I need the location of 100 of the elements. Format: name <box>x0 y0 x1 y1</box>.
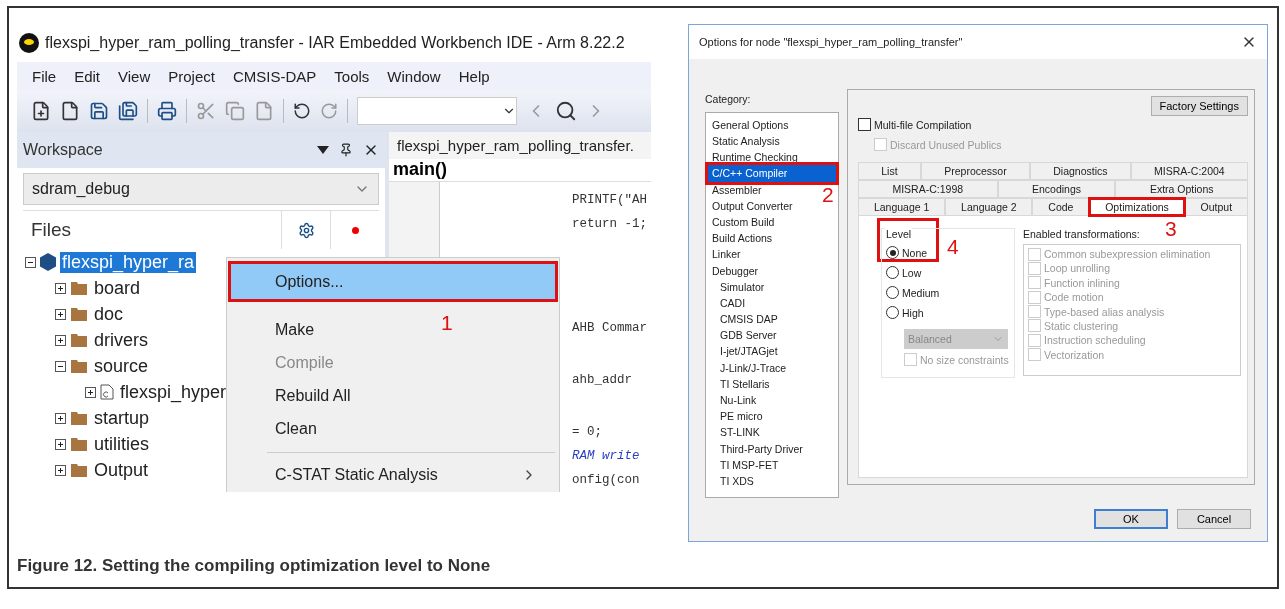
menu-item[interactable]: Edit <box>67 67 108 85</box>
tab[interactable]: Preprocessor <box>920 161 1030 180</box>
category-item[interactable]: CMSIS DAP <box>708 311 782 328</box>
collapse-icon[interactable] <box>25 256 36 268</box>
tree-item[interactable]: board <box>92 277 143 299</box>
category-item[interactable]: Runtime Checking <box>708 149 802 166</box>
category-item[interactable]: TI XDS <box>708 472 758 490</box>
category-item[interactable]: I-jet/JTAGjet <box>708 343 782 360</box>
configuration-dropdown[interactable]: sdram_debug <box>23 173 379 205</box>
callout-number: 1 <box>441 312 453 333</box>
tree-item[interactable]: startup <box>92 407 152 429</box>
radio-label: High <box>902 306 924 319</box>
expand-icon[interactable] <box>55 282 66 294</box>
save-all-icon[interactable] <box>118 101 138 121</box>
category-item[interactable]: ST-LINK <box>708 424 764 441</box>
new-file-icon[interactable] <box>31 101 51 121</box>
category-item[interactable]: Static Analysis <box>708 133 784 150</box>
group-label: Level <box>885 227 913 240</box>
category-item[interactable]: GDB Server <box>708 327 781 344</box>
expand-icon[interactable] <box>55 334 66 346</box>
tree-item[interactable]: Output <box>92 459 151 481</box>
dropdown-icon[interactable] <box>317 146 329 154</box>
callout-number: 3 <box>1165 217 1177 239</box>
collapse-icon[interactable] <box>55 360 66 372</box>
checkbox-label: Static clustering <box>1044 319 1119 332</box>
checkbox-label: Loop unrolling <box>1044 262 1110 275</box>
category-item[interactable]: Assembler <box>708 181 766 198</box>
category-item[interactable]: CADI <box>708 294 750 312</box>
pin-icon[interactable] <box>339 143 353 157</box>
category-item[interactable]: Build Actions <box>708 230 777 247</box>
tab[interactable]: MISRA-C:2004 <box>1130 161 1248 180</box>
menu-item[interactable]: Options... <box>229 262 557 302</box>
logo-icon <box>19 33 39 53</box>
print-icon[interactable] <box>157 101 177 121</box>
category-item[interactable]: J-Link/J-Trace <box>708 359 791 376</box>
folder-icon <box>70 410 88 426</box>
status-dot-icon <box>351 226 359 234</box>
checkbox-label: Instruction scheduling <box>1044 334 1146 347</box>
category-item[interactable]: Simulator <box>708 278 769 295</box>
dialog-button[interactable]: Cancel <box>1177 509 1251 530</box>
checkbox[interactable] <box>858 118 871 132</box>
tree-item[interactable]: doc <box>92 303 126 325</box>
settings-icon[interactable] <box>297 221 315 239</box>
code-line: onfig(con <box>572 472 640 489</box>
category-item[interactable]: Nu-Link <box>708 392 761 409</box>
radio-button[interactable] <box>886 266 899 280</box>
menu-item[interactable]: CMSIS-DAP <box>225 67 324 85</box>
checkbox-label: Vectorization <box>1044 348 1105 361</box>
category-item[interactable]: TI Stellaris <box>708 375 774 392</box>
folder-icon <box>70 462 88 478</box>
checkbox-label: Type-based alias analysis <box>1044 305 1165 318</box>
expand-icon[interactable] <box>55 438 66 450</box>
category-item[interactable]: Output Converter <box>708 197 797 214</box>
category-item[interactable]: Debugger <box>708 262 763 279</box>
menu-item[interactable]: Window <box>380 67 448 85</box>
menu-item[interactable]: Tools <box>327 67 377 85</box>
search-icon[interactable] <box>555 100 577 122</box>
tree-item[interactable]: drivers <box>92 329 150 351</box>
editor-tab[interactable]: flexspi_hyper_ram_polling_transfer. <box>389 132 651 159</box>
menu-item[interactable]: View <box>111 67 158 85</box>
code-line: PRINTF("AH <box>572 192 647 209</box>
category-item[interactable]: Third-Party Driver <box>708 440 807 457</box>
radio-button[interactable] <box>886 306 899 320</box>
checkbox-label: Discard Unused Publics <box>890 138 1002 151</box>
category-item[interactable]: C/C++ Compiler <box>708 165 836 182</box>
radio-button[interactable] <box>886 286 899 300</box>
category-item[interactable]: TI MSP-FET <box>708 456 783 473</box>
tree-item[interactable]: utilities <box>92 433 152 455</box>
dialog-button[interactable]: OK <box>1094 509 1168 530</box>
factory-settings-button[interactable]: Factory Settings <box>1150 95 1248 116</box>
save-icon[interactable] <box>89 101 109 121</box>
menu-item[interactable]: C-STAT Static Analysis <box>229 458 557 492</box>
menu-item[interactable]: File <box>25 67 64 85</box>
tab[interactable]: Diagnostics <box>1029 161 1131 180</box>
menu-item[interactable]: Project <box>161 67 222 85</box>
menu-item[interactable]: Rebuild All <box>229 379 371 413</box>
window-title: flexspi_hyper_ram_polling_transfer - IAR Embedded Workbench IDE - Arm 8.22.2 <box>45 34 625 52</box>
code-line: = 0; <box>572 424 602 441</box>
expand-icon[interactable] <box>55 412 66 424</box>
menu-item[interactable]: Help <box>451 67 497 85</box>
tree-item[interactable]: flexspi_hyper <box>118 381 229 403</box>
menu-item[interactable]: Make <box>229 313 335 347</box>
category-item[interactable]: Linker <box>708 246 745 263</box>
expand-icon[interactable] <box>55 464 66 476</box>
tree-item[interactable]: source <box>92 355 151 377</box>
tab[interactable]: Optimizations <box>1089 197 1185 216</box>
tab[interactable]: List <box>858 161 921 180</box>
category-item[interactable]: General Options <box>708 116 793 133</box>
code-line: ahb_addr <box>572 372 632 389</box>
undo-icon[interactable] <box>293 102 311 120</box>
menu-item[interactable]: Clean <box>229 412 337 446</box>
radio-button[interactable] <box>886 246 899 260</box>
file-icon[interactable] <box>60 101 80 121</box>
radio-label: None <box>902 246 928 259</box>
category-item[interactable]: PE micro <box>708 408 767 425</box>
tree-item[interactable]: flexspi_hyper_ra <box>60 251 197 273</box>
category-item[interactable]: Custom Build <box>708 213 779 231</box>
radio-label: Medium <box>902 286 940 299</box>
expand-icon[interactable] <box>85 386 96 398</box>
expand-icon[interactable] <box>55 308 66 320</box>
